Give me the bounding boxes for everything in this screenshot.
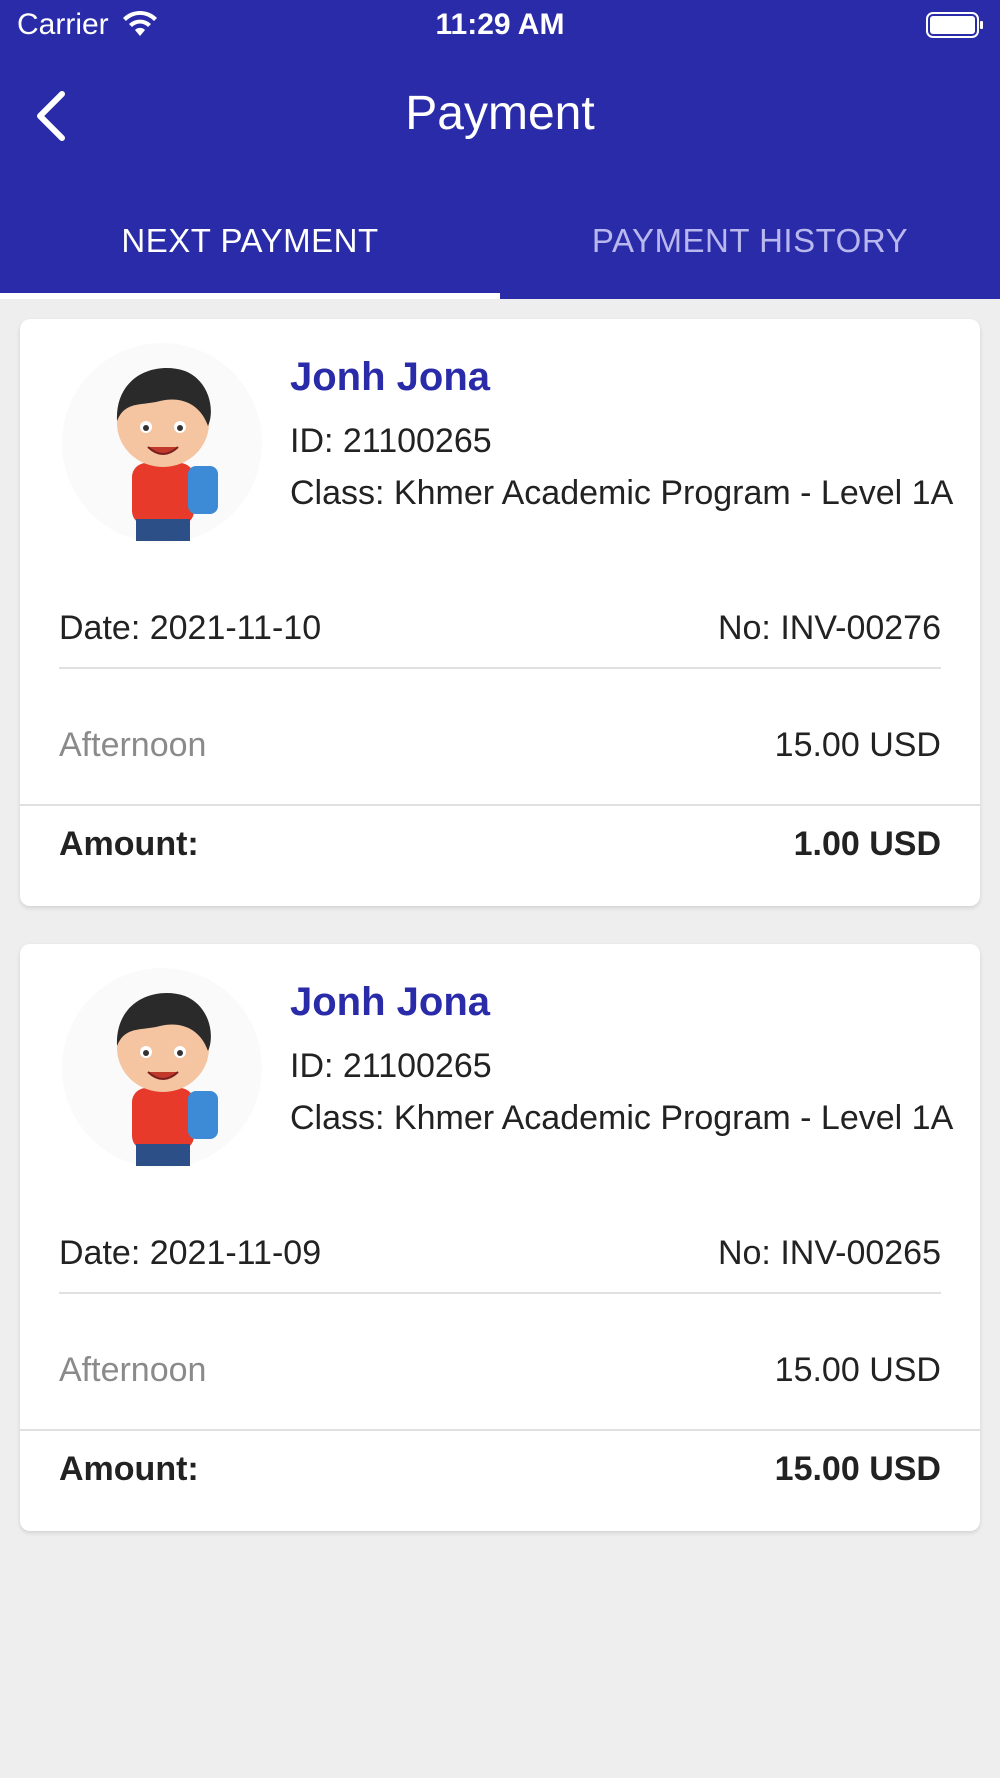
payment-card[interactable]: Jonh Jona ID: 21100265 Class: Khmer Acad… [20,319,980,906]
divider [20,804,980,806]
app-bar: Carrier 11:29 AM Payment NEXT PAYMENT PA… [0,0,1000,299]
invoice-date: Date: 2021-11-10 [59,609,322,647]
line-item-label: Afternoon [59,1351,207,1389]
tab-payment-history[interactable]: PAYMENT HISTORY [500,200,1000,299]
invoice-number: No: INV-00265 [717,1234,941,1272]
page-title: Payment [405,87,595,140]
student-avatar [62,343,262,543]
student-id: ID: 21100265 [290,422,492,460]
tab-bar: NEXT PAYMENT PAYMENT HISTORY [0,200,1000,299]
battery-icon [926,12,983,38]
tab-next-payment[interactable]: NEXT PAYMENT [0,200,500,299]
status-time: 11:29 AM [435,8,565,41]
divider [59,667,941,669]
amount-value: 1.00 USD [793,825,941,863]
student-class: Class: Khmer Academic Program - Level 1A [290,474,954,512]
student-id: ID: 21100265 [290,1047,492,1085]
amount-value: 15.00 USD [774,1450,941,1488]
student-class: Class: Khmer Academic Program - Level 1A [290,1099,954,1137]
student-name: Jonh Jona [290,980,491,1024]
student-avatar [62,968,262,1168]
divider [20,1429,980,1431]
payment-card[interactable]: Jonh Jona ID: 21100265 Class: Khmer Acad… [20,944,980,1531]
line-item-price: 15.00 USD [774,726,941,764]
invoice-date: Date: 2021-11-09 [59,1234,322,1272]
invoice-number: No: INV-00276 [717,609,941,647]
line-item-price: 15.00 USD [774,1351,941,1389]
line-item-label: Afternoon [59,726,207,764]
amount-label: Amount: [59,825,199,863]
status-bar: Carrier 11:29 AM [0,0,1000,52]
divider [59,1292,941,1294]
student-name: Jonh Jona [290,355,491,399]
amount-label: Amount: [59,1450,199,1488]
